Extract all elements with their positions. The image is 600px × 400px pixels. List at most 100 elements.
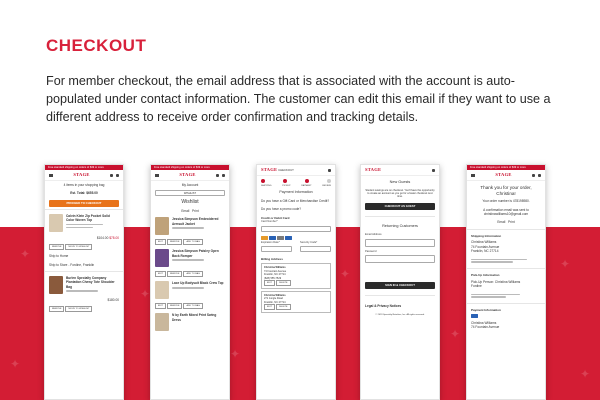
wishlist-item: Jessica Simpson Embroidered Armsuit Jack… — [151, 215, 229, 237]
password-label: Password — [365, 249, 377, 253]
edit-button[interactable]: EDIT — [155, 239, 166, 246]
ship-to-home-option[interactable]: Ship to Home — [45, 252, 123, 260]
product-image[interactable] — [155, 249, 169, 268]
stage-logo[interactable]: STAGE — [261, 167, 277, 172]
star-decoration: ✦ — [340, 267, 351, 281]
billing-address-title: Billing Address — [261, 257, 283, 262]
pickup-option[interactable]: Ship to Store - Fordine, Franklin — [45, 261, 123, 269]
checkout-as-guest-button[interactable]: CHECKOUT AS GUEST — [365, 202, 435, 210]
wishlist-item: Lace Up Bodysuit Black Crew Top — [151, 279, 229, 301]
thank-you-heading: Thank you for your order, Christina! — [480, 185, 532, 196]
header: STAGE — [361, 165, 439, 176]
print-link[interactable]: Print — [192, 209, 199, 213]
add-to-bag-button[interactable]: ADD TO BAG — [183, 239, 203, 246]
copyright: © 2019 Specialty Retailers, Inc. All rig… — [375, 313, 425, 316]
add-to-bag-button[interactable]: ADD TO BAG — [183, 271, 203, 278]
proceed-to-checkout-button[interactable]: PROCEED TO CHECKOUT — [49, 199, 119, 207]
stage-logo[interactable]: STAGE — [179, 172, 195, 177]
product-name[interactable]: Burlen Specialty Company Plantation Chew… — [66, 276, 119, 289]
print-link[interactable]: Print — [508, 220, 515, 224]
edit-button[interactable]: EDIT — [264, 304, 275, 311]
mastercard-icon — [261, 235, 268, 240]
remove-button[interactable]: REMOVE — [166, 303, 183, 310]
security-code-field[interactable] — [300, 246, 331, 253]
stage-logo[interactable]: STAGE — [365, 167, 381, 172]
header: STAGE CHECKOUT — [257, 165, 335, 176]
move-to-wishlist-button[interactable]: MOVE TO WISHLIST — [65, 244, 93, 251]
header: STAGE — [151, 170, 229, 181]
product-name[interactable]: Calvin Klein Zip Pocket Solid Color Wove… — [66, 214, 119, 223]
sign-in-checkout-button[interactable]: SIGN IN & CHECKOUT — [365, 282, 435, 290]
star-decoration: ✦ — [140, 287, 151, 301]
edit-button[interactable]: EDIT — [264, 280, 275, 287]
step-label: PAYMENT — [301, 185, 312, 187]
product-name[interactable]: Lace Up Bodysuit Black Crew Top — [172, 281, 225, 285]
email-link[interactable]: Email — [181, 209, 189, 213]
guest-text: Student savings are on checkout. You'll … — [365, 188, 435, 199]
stage-logo[interactable]: STAGE — [73, 172, 89, 177]
search-icon[interactable] — [109, 173, 113, 177]
product-image[interactable] — [155, 217, 169, 236]
edit-button[interactable]: EDIT — [155, 303, 166, 310]
edit-button[interactable]: EDIT — [155, 271, 166, 278]
remove-button[interactable]: REMOVE — [166, 271, 183, 278]
menu-icon[interactable] — [471, 173, 475, 177]
remove-button[interactable]: REMOVE — [49, 244, 65, 251]
security-code-label: Security Code* — [300, 240, 318, 244]
product-image[interactable] — [49, 276, 63, 295]
billing-address-card[interactable]: Christina Williams 74 Fountain Avenue Fr… — [261, 263, 331, 290]
email-label: Email Address — [365, 233, 382, 237]
email-field[interactable] — [365, 238, 435, 247]
subtotal: Est. Total: $655.00 — [70, 191, 98, 196]
menu-icon[interactable] — [155, 173, 159, 177]
step-dot — [305, 179, 309, 183]
add-to-bag-button[interactable]: ADD TO BAG — [183, 303, 203, 310]
bag-icon[interactable] — [115, 173, 119, 177]
remove-button[interactable]: REMOVE — [166, 239, 183, 246]
returning-customers-heading: Returning Customers — [382, 223, 418, 228]
email-link[interactable]: Email — [497, 220, 505, 224]
wishlist-item: Jessica Simpson Paisley Open Back Romper — [151, 247, 229, 269]
wishlist-item: N by Earth Mixed Print Swing Dress — [151, 311, 229, 333]
phone-shopping-bag: Free standard shipping on orders of $49 … — [44, 164, 124, 400]
phone-wishlist: Free standard shipping on orders of $49 … — [150, 164, 230, 400]
checkout-label: CHECKOUT — [278, 167, 294, 172]
new-guests-heading: New Guests — [389, 180, 411, 184]
bag-icon[interactable] — [537, 173, 541, 177]
visa-icon — [471, 313, 478, 318]
product-name[interactable]: N by Earth Mixed Print Swing Dress — [172, 313, 225, 322]
search-icon[interactable] — [215, 173, 219, 177]
page-title: CHECKOUT — [46, 36, 147, 55]
star-decoration: ✦ — [560, 257, 571, 271]
billing-address-card[interactable]: Christina Williams 271 Jungle Road Frank… — [261, 291, 331, 314]
step-label: REVIEW — [322, 185, 331, 187]
stage-logo[interactable]: STAGE — [495, 172, 511, 177]
gift-card-checkbox[interactable]: Do you have a Gift Card or Merchandise C… — [257, 197, 335, 205]
wishlist-select[interactable]: WISHLIST — [155, 190, 225, 197]
product-image[interactable] — [49, 213, 63, 232]
product-image[interactable] — [155, 313, 169, 332]
search-icon[interactable] — [531, 173, 535, 177]
lock-icon — [432, 168, 435, 172]
promo-code-checkbox[interactable]: Do you have a promo code? — [257, 205, 335, 213]
product-name[interactable]: Jessica Simpson Paisley Open Back Romper — [172, 249, 225, 258]
password-field[interactable] — [365, 255, 435, 264]
payment-address: 74 Fountain Avenue — [471, 324, 500, 329]
items-count: 4 items in your shopping bag — [63, 183, 105, 187]
delete-button[interactable]: DELETE — [275, 280, 291, 287]
legal-privacy-link[interactable]: Legal & Privacy Notices — [361, 302, 439, 310]
wishlist-heading: Wishlist — [181, 199, 199, 206]
menu-icon[interactable] — [49, 173, 53, 177]
phone-login: STAGE New Guests Student savings are on … — [360, 164, 440, 400]
expiration-field[interactable] — [261, 246, 292, 253]
product-image[interactable] — [155, 281, 169, 300]
bag-icon[interactable] — [221, 173, 225, 177]
order-number: Your order number is 478198980. — [482, 199, 530, 204]
bag-item: Calvin Klein Zip Pocket Solid Color Wove… — [45, 212, 123, 234]
move-to-wishlist-button[interactable]: MOVE TO WISHLIST — [65, 306, 93, 313]
header: STAGE — [467, 170, 545, 181]
product-name[interactable]: Jessica Simpson Embroidered Armsuit Jack… — [172, 217, 225, 226]
card-number-field[interactable] — [261, 225, 331, 232]
remove-button[interactable]: REMOVE — [49, 306, 65, 313]
delete-button[interactable]: DELETE — [275, 304, 291, 311]
